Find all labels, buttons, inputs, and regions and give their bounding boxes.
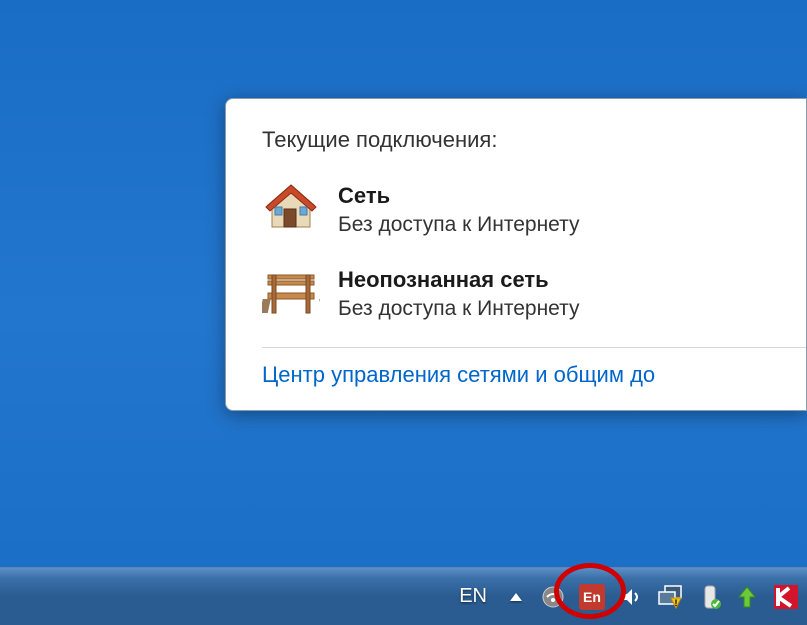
- punto-switcher-icon[interactable]: En: [579, 584, 605, 610]
- kaspersky-icon[interactable]: [773, 584, 799, 610]
- update-icon[interactable]: [735, 585, 759, 609]
- divider: [262, 347, 806, 348]
- wireless-icon[interactable]: [541, 585, 565, 609]
- connection-name: Сеть: [338, 183, 580, 209]
- connection-name: Неопознанная сеть: [338, 267, 580, 293]
- taskbar: EN En !: [0, 567, 807, 625]
- chevron-up-icon: [510, 593, 522, 601]
- connection-text: Неопознанная сеть Без доступа к Интернет…: [338, 265, 580, 321]
- connection-status: Без доступа к Интернету: [338, 213, 580, 237]
- svg-text:!: !: [675, 598, 678, 608]
- en-badge: En: [579, 584, 605, 610]
- show-hidden-icons[interactable]: [505, 593, 527, 601]
- flyout-title: Текущие подключения:: [262, 127, 806, 153]
- network-tray-icon[interactable]: !: [657, 584, 685, 610]
- system-tray: EN En !: [455, 584, 807, 610]
- network-center-link[interactable]: Центр управления сетями и общим до: [262, 362, 806, 388]
- bench-icon: [262, 265, 320, 317]
- connection-item-unidentified[interactable]: Неопознанная сеть Без доступа к Интернет…: [262, 255, 806, 339]
- connection-status: Без доступа к Интернету: [338, 297, 580, 321]
- usb-eject-icon[interactable]: [699, 584, 721, 610]
- language-indicator[interactable]: EN: [455, 585, 491, 608]
- network-flyout: Текущие подключения: Сеть Без доступа к …: [225, 98, 807, 411]
- connection-text: Сеть Без доступа к Интернету: [338, 181, 580, 237]
- connection-item-network[interactable]: Сеть Без доступа к Интернету: [262, 171, 806, 255]
- volume-icon[interactable]: [619, 585, 643, 609]
- house-icon: [262, 181, 320, 233]
